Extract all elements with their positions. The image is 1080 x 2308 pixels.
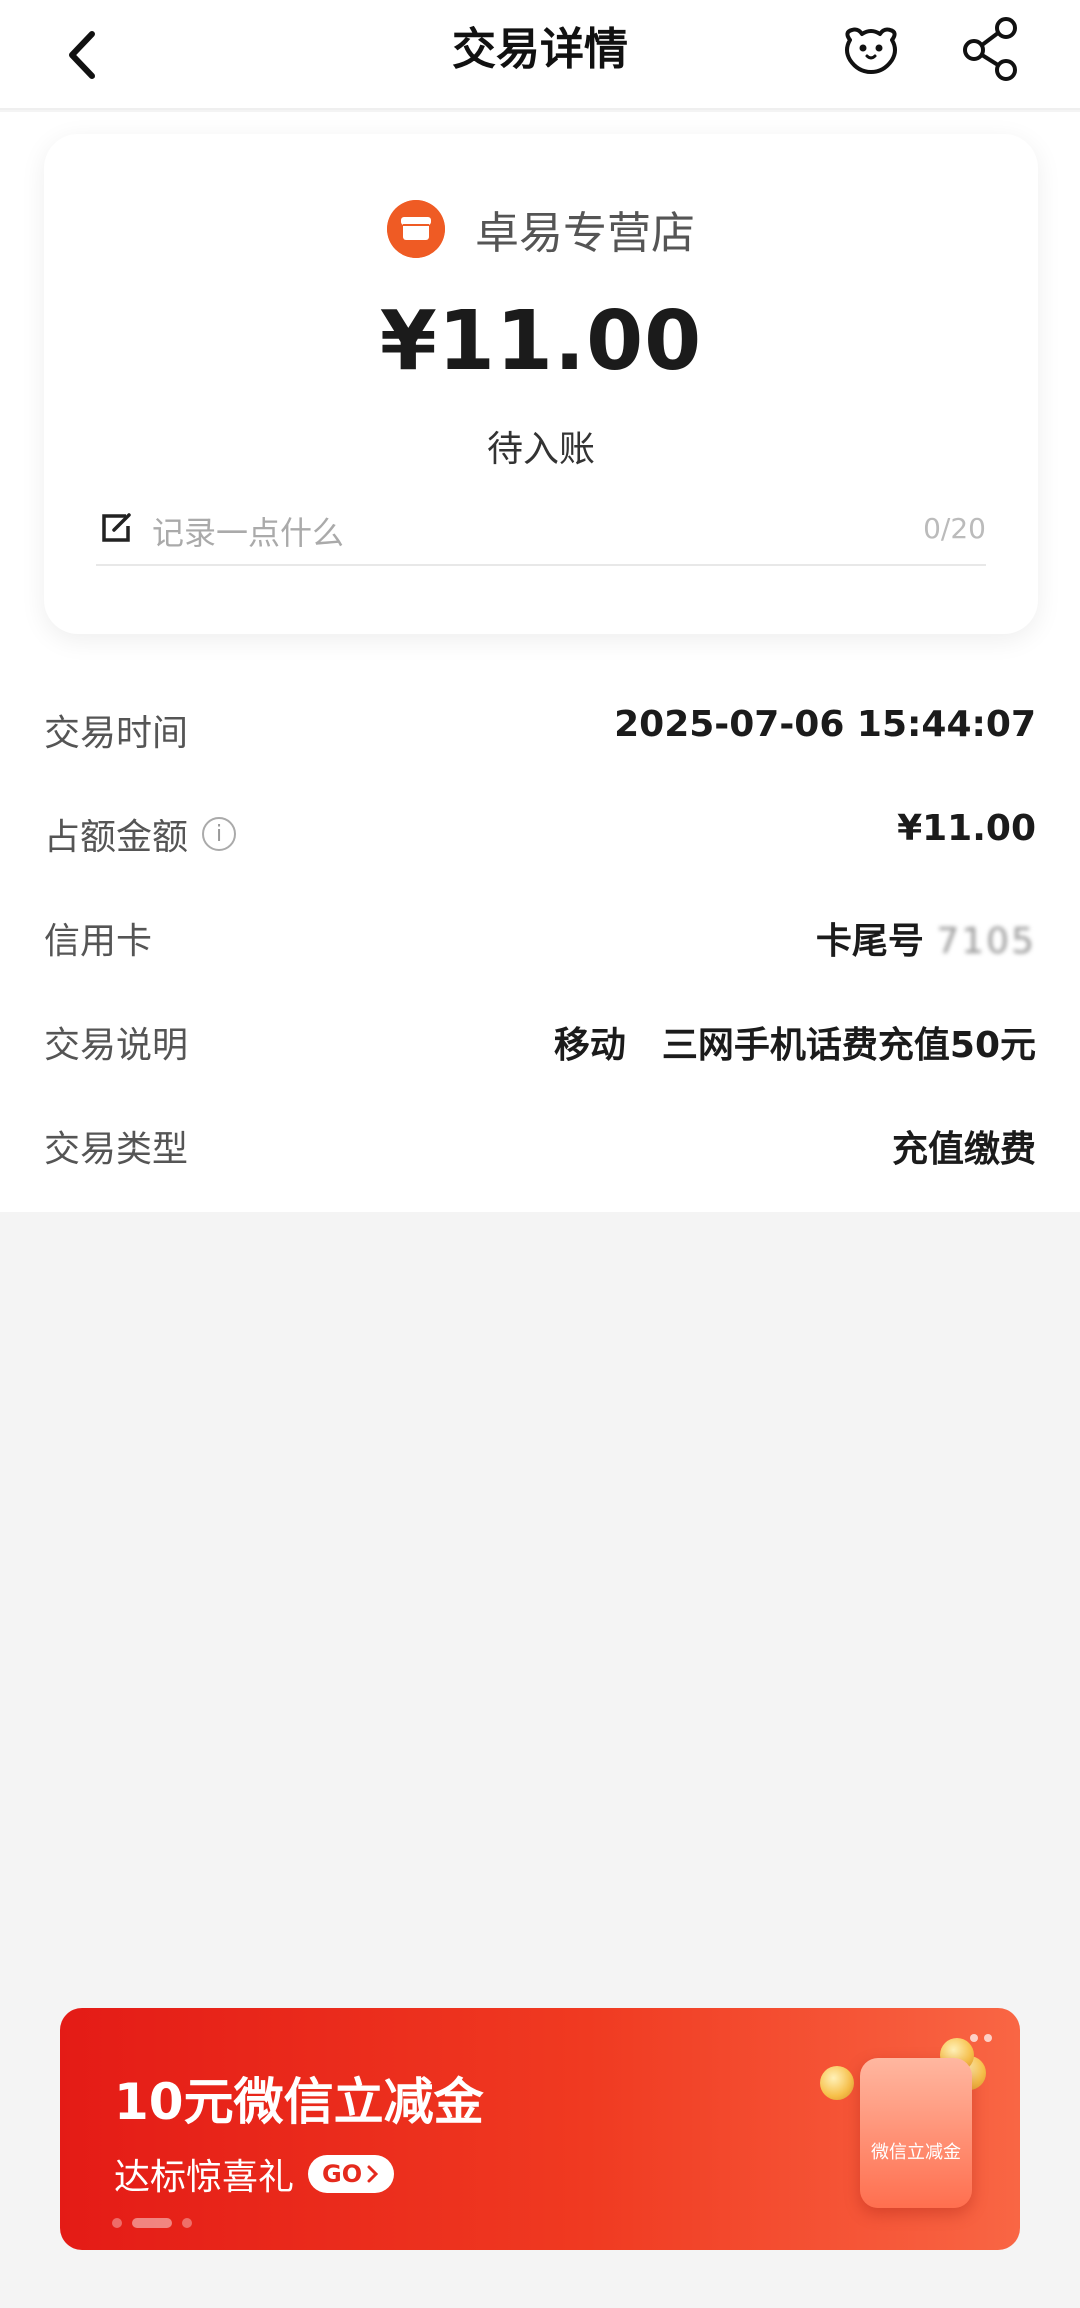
detail-row-time: 交易时间 2025-07-06 15:44:07 — [44, 690, 1036, 794]
promo-banner[interactable]: 10元微信立减金 达标惊喜礼 GO 微信立减金 — [60, 2008, 1020, 2250]
card-tail-number: 7105 — [936, 921, 1036, 962]
page-title: 交易详情 — [452, 24, 628, 75]
transaction-amount: ¥11.00 — [379, 294, 703, 389]
pet-face-icon[interactable] — [836, 14, 906, 84]
carousel-dot — [112, 2218, 122, 2228]
card-tail-prefix: 卡尾号 — [815, 921, 924, 962]
share-icon[interactable] — [956, 14, 1026, 84]
banner-title: 10元微信立减金 — [114, 2073, 484, 2131]
detail-label: 交易说明 — [44, 1025, 189, 1066]
detail-label-with-info: 占额金额 i — [44, 808, 237, 860]
coin-icon — [820, 2066, 854, 2100]
go-button[interactable]: GO — [308, 2155, 395, 2193]
detail-value: 移动 三网手机话费充值50元 — [553, 1025, 1036, 1066]
transaction-summary-card: 卓易专营店 ¥11.00 待入账 记录一点什么 0/20 — [44, 134, 1038, 634]
note-char-count: 0/20 — [923, 512, 986, 545]
detail-label: 交易类型 — [44, 1129, 189, 1170]
detail-row-type: 交易类型 充值缴费 — [44, 1106, 1036, 1210]
banner-subtitle-row: 达标惊喜礼 GO — [114, 2148, 395, 2200]
edit-icon — [102, 513, 131, 542]
envelope-icon — [860, 2058, 972, 2208]
info-icon[interactable]: i — [202, 817, 237, 851]
go-label: GO — [322, 2160, 363, 2188]
detail-value: 充值缴费 — [891, 1129, 1036, 1170]
carousel-dot — [182, 2218, 192, 2228]
detail-value: 2025-07-06 15:44:07 — [614, 704, 1036, 745]
transaction-details: 交易时间 2025-07-06 15:44:07 占额金额 i ¥11.00 信… — [44, 690, 1036, 1210]
store-row[interactable]: 卓易专营店 — [44, 194, 1038, 264]
page: 交易详情 卓易专营店 ¥11.00 待入账 记录一点什么 0/20 交易时间 2… — [0, 0, 1080, 2308]
detail-value: 卡尾号 7105 — [816, 912, 1036, 964]
top-nav-bar: 交易详情 — [0, 0, 1080, 110]
store-name: 卓易专营店 — [475, 208, 695, 259]
transaction-status: 待入账 — [486, 429, 595, 470]
detail-value: ¥11.00 — [897, 808, 1036, 849]
note-placeholder: 记录一点什么 — [152, 514, 345, 552]
detail-label: 交易时间 — [44, 713, 189, 754]
carousel-indicator — [112, 2218, 192, 2228]
detail-row-description: 交易说明 移动 三网手机话费充值50元 — [44, 1002, 1036, 1106]
banner-subtitle: 达标惊喜礼 — [114, 2157, 295, 2198]
chevron-right-icon — [367, 2165, 379, 2183]
detail-row-card: 信用卡 卡尾号 7105 — [44, 898, 1036, 1002]
red-envelope-illustration: 微信立减金 — [820, 2038, 990, 2238]
detail-label: 占额金额 — [44, 817, 189, 858]
envelope-label: 微信立减金 — [871, 2142, 961, 2163]
detail-row-amount: 占额金额 i ¥11.00 — [44, 794, 1036, 898]
store-icon — [387, 200, 445, 258]
note-input[interactable]: 记录一点什么 0/20 — [96, 498, 986, 566]
detail-label: 信用卡 — [44, 921, 153, 962]
carousel-dot-active — [132, 2218, 172, 2228]
